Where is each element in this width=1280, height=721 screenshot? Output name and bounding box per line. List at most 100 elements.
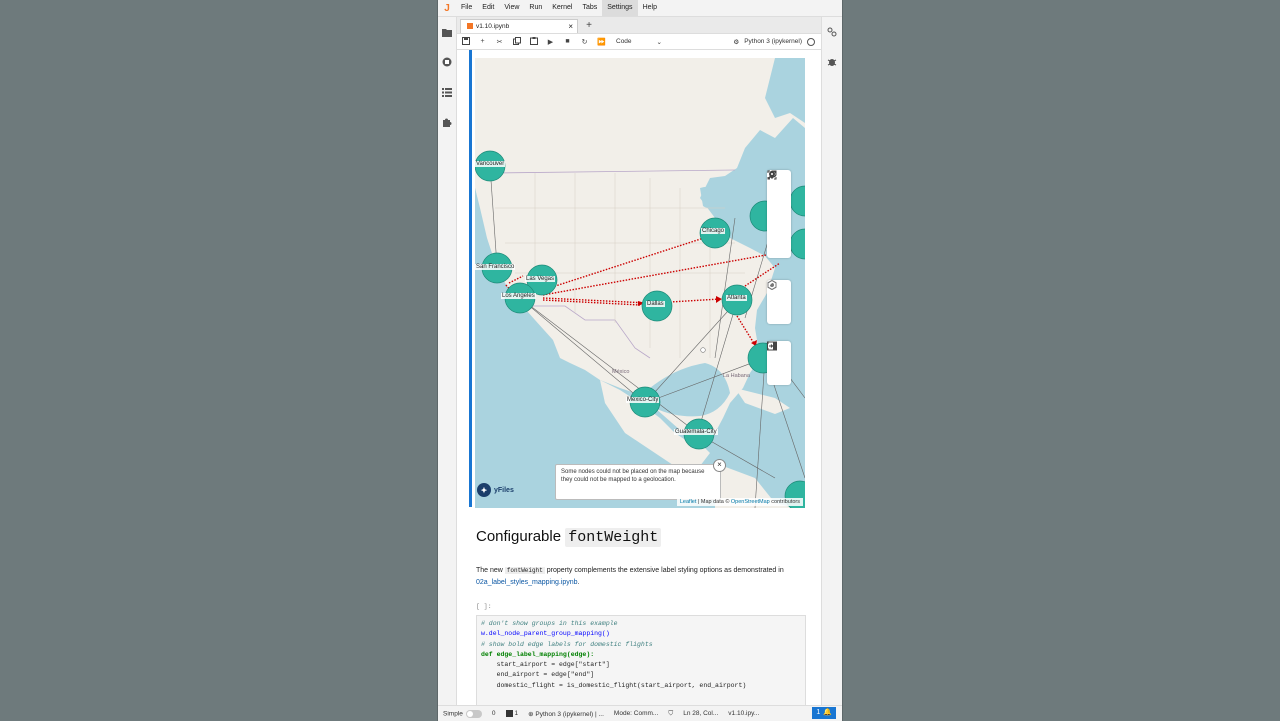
attribution-end: contributors bbox=[769, 499, 800, 505]
list-icon[interactable] bbox=[438, 77, 456, 107]
globe-icon: ⊕ bbox=[528, 710, 534, 718]
terminal-count[interactable]: 0 bbox=[487, 710, 501, 717]
jupyter-logo-icon: J bbox=[444, 2, 450, 14]
cut-icon[interactable]: ✂ bbox=[491, 38, 508, 46]
puzzle-icon[interactable] bbox=[438, 107, 456, 137]
code-line-5: def edge_label_mapping(edge): bbox=[481, 650, 595, 658]
kernel-status-icon bbox=[807, 37, 815, 46]
node-label-mexico-city: Mexico-City bbox=[626, 397, 660, 403]
notifications-button[interactable]: 1 🔔 bbox=[812, 707, 836, 719]
place-label-mexico: México bbox=[612, 369, 630, 375]
kernel-indicator[interactable]: ⚙ Python 3 (ipykernel) bbox=[733, 37, 821, 46]
kernel-status[interactable]: ⊕ Python 3 (ipykernel) | ... bbox=[523, 710, 609, 718]
simple-mode-toggle[interactable]: Simple bbox=[438, 709, 487, 718]
map-marker-icon[interactable] bbox=[767, 171, 791, 258]
menu-settings[interactable]: Settings bbox=[602, 0, 638, 16]
code-line-4: # show bold edge labels for domestic fli… bbox=[481, 640, 653, 648]
code-line-1: # don't show groups in this example bbox=[481, 620, 618, 627]
node-label-guatemala-city: Guatemala-City bbox=[674, 429, 718, 435]
cursor-position[interactable]: Ln 28, Col... bbox=[678, 710, 723, 717]
para-inline-code: fontWeight bbox=[504, 567, 545, 574]
cell-type-select[interactable]: Code ⌄ bbox=[616, 38, 662, 46]
kernel-name: Python 3 (ipykernel) bbox=[744, 38, 802, 45]
osm-link[interactable]: OpenStreetMap bbox=[731, 499, 770, 505]
tab-notebook[interactable]: v1.10.ipynb × bbox=[460, 19, 578, 33]
copy-icon[interactable] bbox=[508, 36, 525, 47]
paste-icon[interactable] bbox=[525, 36, 542, 47]
cell-type-value: Code bbox=[616, 37, 632, 45]
shield-icon: ⛉ bbox=[668, 709, 674, 717]
circle-stop-icon[interactable] bbox=[438, 47, 456, 77]
left-sidebar bbox=[438, 17, 457, 705]
para-end: . bbox=[577, 579, 580, 586]
stop-icon[interactable]: ■ bbox=[559, 38, 576, 45]
fit-content-icon[interactable] bbox=[767, 170, 791, 236]
run-icon[interactable]: ▶ bbox=[542, 38, 559, 46]
popup-text: Some nodes could not be placed on the ma… bbox=[561, 469, 705, 483]
leaflet-link[interactable]: Leaflet bbox=[680, 499, 697, 505]
side-panel-icon[interactable] bbox=[767, 341, 791, 385]
code-line-7: end_airport = edge["end"] bbox=[481, 671, 595, 679]
file-name: v1.10.ipy... bbox=[728, 710, 760, 717]
right-blur-panel bbox=[842, 0, 1280, 720]
bell-icon: 🔔 bbox=[823, 709, 832, 716]
debugger-icon[interactable] bbox=[822, 47, 842, 77]
folder-icon[interactable] bbox=[438, 17, 456, 47]
new-tab-button[interactable]: + bbox=[583, 19, 595, 33]
close-popup-icon[interactable]: × bbox=[713, 459, 726, 472]
map-view-controls bbox=[767, 341, 791, 385]
node-label-dallas: Dallas bbox=[646, 301, 665, 307]
menu-edit[interactable]: Edit bbox=[477, 0, 499, 16]
notification-count: 1 bbox=[816, 709, 821, 716]
attribution-middle: | Map data © bbox=[696, 499, 731, 505]
add-cell-icon[interactable]: + bbox=[474, 38, 491, 45]
code-editor[interactable]: # don't show groups in this example w.del… bbox=[476, 615, 806, 705]
place-label-la-habana: La Habana bbox=[723, 373, 750, 379]
map-widget[interactable]: Vancouver San Francisco Las Vegas Los An… bbox=[475, 58, 805, 508]
run-all-icon[interactable]: ⏩ bbox=[593, 38, 610, 46]
node-label-atlanta: Atlanta bbox=[726, 295, 747, 301]
zoom-out-icon[interactable] bbox=[767, 170, 791, 214]
yfiles-brand: yFiles bbox=[494, 486, 514, 494]
left-blur-panel bbox=[0, 0, 438, 720]
menu-file[interactable]: File bbox=[456, 0, 477, 16]
notebook-toolbar: + ✂ ▶ ■ ↻ ⏩ Code ⌄ ⚙ Python 3 (ipykernel… bbox=[457, 34, 821, 50]
terminal-icon bbox=[505, 709, 513, 717]
close-tab-icon[interactable]: × bbox=[568, 20, 573, 34]
para-pre: The new bbox=[476, 567, 505, 574]
kernel-count-value: 1 bbox=[514, 710, 519, 718]
menu-kernel[interactable]: Kernel bbox=[547, 0, 577, 16]
yfiles-logo-icon: ✦ bbox=[477, 483, 491, 497]
menu-help[interactable]: Help bbox=[638, 0, 662, 16]
map-canvas[interactable] bbox=[475, 58, 805, 508]
tab-label: v1.10.ipynb bbox=[476, 23, 510, 30]
node-label-vancouver: Vancouver bbox=[475, 161, 506, 167]
node-label-san-francisco: San Francisco bbox=[475, 264, 516, 270]
notebook-icon bbox=[467, 23, 473, 30]
heading-code: fontWeight bbox=[565, 528, 662, 547]
para-mid: property complements the extensive label… bbox=[544, 567, 784, 574]
code-line-2: w.del_node_parent_group_mapping() bbox=[481, 630, 610, 638]
kernel-count[interactable]: 1 bbox=[501, 709, 524, 718]
tab-bar: v1.10.ipynb × + bbox=[457, 17, 821, 34]
node-label-las-vegas: Las Vegas bbox=[525, 276, 556, 282]
status-bar: Simple 0 1 ⊕ Python 3 (ipykernel) | ... … bbox=[438, 705, 842, 721]
kernel-status-text: Python 3 (ipykernel) | ... bbox=[535, 710, 604, 718]
code-line-6: start_airport = edge["start"] bbox=[481, 661, 610, 669]
command-mode: Mode: Comm... bbox=[613, 710, 659, 717]
restart-icon[interactable]: ↻ bbox=[576, 38, 593, 46]
map-attribution: Leaflet | Map data © OpenStreetMap contr… bbox=[676, 498, 803, 506]
notebook-panel[interactable]: Vancouver San Francisco Las Vegas Los An… bbox=[457, 50, 821, 705]
menu-view[interactable]: View bbox=[499, 0, 524, 16]
property-inspector-icon[interactable] bbox=[822, 17, 842, 47]
menu-run[interactable]: Run bbox=[524, 0, 547, 16]
yfiles-logo: ✦ yFiles bbox=[477, 483, 514, 497]
menu-tabs[interactable]: Tabs bbox=[577, 0, 602, 16]
right-sidebar bbox=[821, 17, 842, 705]
notebook-link[interactable]: 02a_label_styles_mapping.ipynb bbox=[476, 579, 578, 586]
layout-refresh-icon[interactable] bbox=[767, 280, 791, 324]
node-montreal bbox=[789, 185, 805, 217]
heading-text: Configurable bbox=[476, 528, 562, 545]
toggle-switch[interactable] bbox=[465, 709, 482, 718]
save-icon[interactable] bbox=[457, 36, 474, 47]
